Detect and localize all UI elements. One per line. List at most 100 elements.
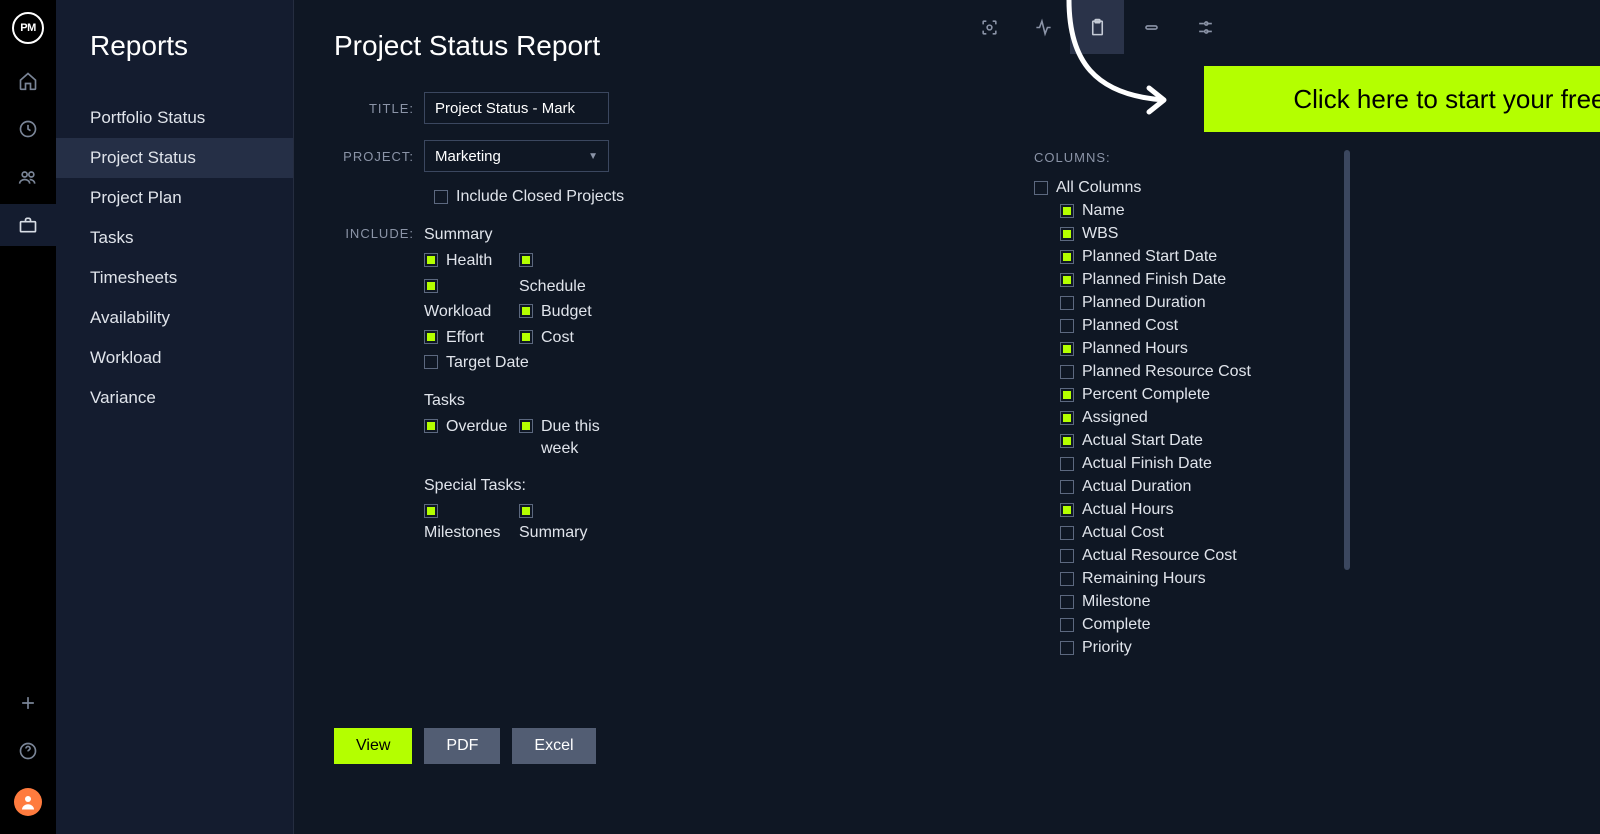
- include-checkbox[interactable]: [519, 330, 533, 344]
- sidebar-item-availability[interactable]: Availability: [56, 298, 293, 338]
- columns-label: COLUMNS:: [1034, 150, 1354, 165]
- include-checkbox[interactable]: [519, 304, 533, 318]
- include-tasks-head: Tasks: [424, 392, 614, 410]
- sidebar-item-project-status[interactable]: Project Status: [56, 138, 293, 178]
- column-item: Remaining Hours: [1034, 568, 1354, 591]
- column-label: Planned Cost: [1082, 317, 1178, 335]
- pdf-button[interactable]: PDF: [424, 728, 500, 764]
- column-label: Assigned: [1082, 409, 1148, 427]
- column-checkbox[interactable]: [1060, 250, 1074, 264]
- column-item: Actual Finish Date: [1034, 453, 1354, 476]
- include-checkbox[interactable]: [519, 419, 533, 433]
- column-checkbox[interactable]: [1060, 618, 1074, 632]
- column-item: Name: [1034, 200, 1354, 223]
- column-label: Name: [1082, 202, 1125, 220]
- column-item: Actual Duration: [1034, 476, 1354, 499]
- include-checkbox[interactable]: [519, 253, 533, 267]
- include-closed-checkbox[interactable]: [434, 190, 448, 204]
- sidebar-item-tasks[interactable]: Tasks: [56, 218, 293, 258]
- column-item: Actual Resource Cost: [1034, 545, 1354, 568]
- include-option-label: Effort: [446, 327, 484, 349]
- project-select[interactable]: Marketing ▼: [424, 140, 609, 172]
- column-checkbox[interactable]: [1060, 457, 1074, 471]
- help-icon[interactable]: [17, 740, 39, 762]
- column-checkbox[interactable]: [1060, 296, 1074, 310]
- plus-icon[interactable]: [17, 692, 39, 714]
- all-columns-checkbox[interactable]: [1034, 181, 1048, 195]
- scrollbar[interactable]: [1344, 150, 1350, 570]
- column-label: Actual Finish Date: [1082, 455, 1212, 473]
- column-checkbox[interactable]: [1060, 273, 1074, 287]
- clock-icon[interactable]: [17, 118, 39, 140]
- include-checkbox[interactable]: [424, 253, 438, 267]
- avatar[interactable]: [14, 788, 42, 816]
- sidebar-item-variance[interactable]: Variance: [56, 378, 293, 418]
- column-checkbox[interactable]: [1060, 572, 1074, 586]
- include-option-label: Overdue: [446, 416, 507, 438]
- include-option-label: Summary: [519, 522, 587, 544]
- logo[interactable]: PM: [12, 12, 44, 44]
- include-checkbox[interactable]: [424, 419, 438, 433]
- column-checkbox[interactable]: [1060, 227, 1074, 241]
- column-checkbox[interactable]: [1060, 549, 1074, 563]
- column-item: WBS: [1034, 223, 1354, 246]
- briefcase-icon[interactable]: [17, 214, 39, 236]
- include-checkbox[interactable]: [519, 504, 533, 518]
- view-button[interactable]: View: [334, 728, 412, 764]
- column-checkbox[interactable]: [1060, 342, 1074, 356]
- column-checkbox[interactable]: [1060, 204, 1074, 218]
- column-label: Milestone: [1082, 593, 1150, 611]
- sidebar-item-portfolio-status[interactable]: Portfolio Status: [56, 98, 293, 138]
- column-item: Percent Complete: [1034, 384, 1354, 407]
- column-label: Actual Duration: [1082, 478, 1191, 496]
- column-label: Planned Finish Date: [1082, 271, 1226, 289]
- include-checkbox[interactable]: [424, 504, 438, 518]
- clipboard-icon[interactable]: [1070, 0, 1124, 54]
- include-checkbox[interactable]: [424, 330, 438, 344]
- column-item: Planned Resource Cost: [1034, 361, 1354, 384]
- column-checkbox[interactable]: [1060, 641, 1074, 655]
- column-checkbox[interactable]: [1060, 365, 1074, 379]
- column-label: Complete: [1082, 616, 1150, 634]
- title-input[interactable]: [424, 92, 609, 124]
- excel-button[interactable]: Excel: [512, 728, 595, 764]
- column-checkbox[interactable]: [1060, 388, 1074, 402]
- cta-banner[interactable]: Click here to start your free trial: [1204, 66, 1600, 132]
- title-label: TITLE:: [334, 101, 424, 116]
- column-checkbox[interactable]: [1060, 526, 1074, 540]
- sidebar-item-project-plan[interactable]: Project Plan: [56, 178, 293, 218]
- include-option-label: Due this week: [541, 416, 614, 459]
- column-item: Milestone: [1034, 591, 1354, 614]
- column-item: Planned Start Date: [1034, 246, 1354, 269]
- include-option-label: Target Date: [446, 352, 529, 374]
- column-checkbox[interactable]: [1060, 411, 1074, 425]
- column-item: Actual Cost: [1034, 522, 1354, 545]
- sidebar-item-workload[interactable]: Workload: [56, 338, 293, 378]
- home-icon[interactable]: [17, 70, 39, 92]
- column-checkbox[interactable]: [1060, 480, 1074, 494]
- include-checkbox[interactable]: [424, 279, 438, 293]
- flow-icon[interactable]: [1178, 0, 1232, 54]
- column-item: Actual Hours: [1034, 499, 1354, 522]
- include-option-label: Milestones: [424, 522, 500, 544]
- include-closed-label: Include Closed Projects: [456, 188, 624, 206]
- sidebar-title: Reports: [90, 30, 293, 62]
- reports-sidebar: Reports Portfolio StatusProject StatusPr…: [56, 0, 294, 834]
- people-icon[interactable]: [17, 166, 39, 188]
- include-option-label: Schedule: [519, 276, 586, 298]
- column-checkbox[interactable]: [1060, 319, 1074, 333]
- link-icon[interactable]: [1124, 0, 1178, 54]
- column-checkbox[interactable]: [1060, 503, 1074, 517]
- project-select-value: Marketing: [435, 148, 501, 165]
- view-switcher: [962, 0, 1232, 54]
- sidebar-item-timesheets[interactable]: Timesheets: [56, 258, 293, 298]
- column-checkbox[interactable]: [1060, 595, 1074, 609]
- column-label: Priority: [1082, 639, 1132, 657]
- include-special-head: Special Tasks:: [424, 477, 614, 495]
- column-item: Planned Duration: [1034, 292, 1354, 315]
- include-checkbox[interactable]: [424, 355, 438, 369]
- column-item: Planned Finish Date: [1034, 269, 1354, 292]
- activity-icon[interactable]: [1016, 0, 1070, 54]
- scan-icon[interactable]: [962, 0, 1016, 54]
- column-checkbox[interactable]: [1060, 434, 1074, 448]
